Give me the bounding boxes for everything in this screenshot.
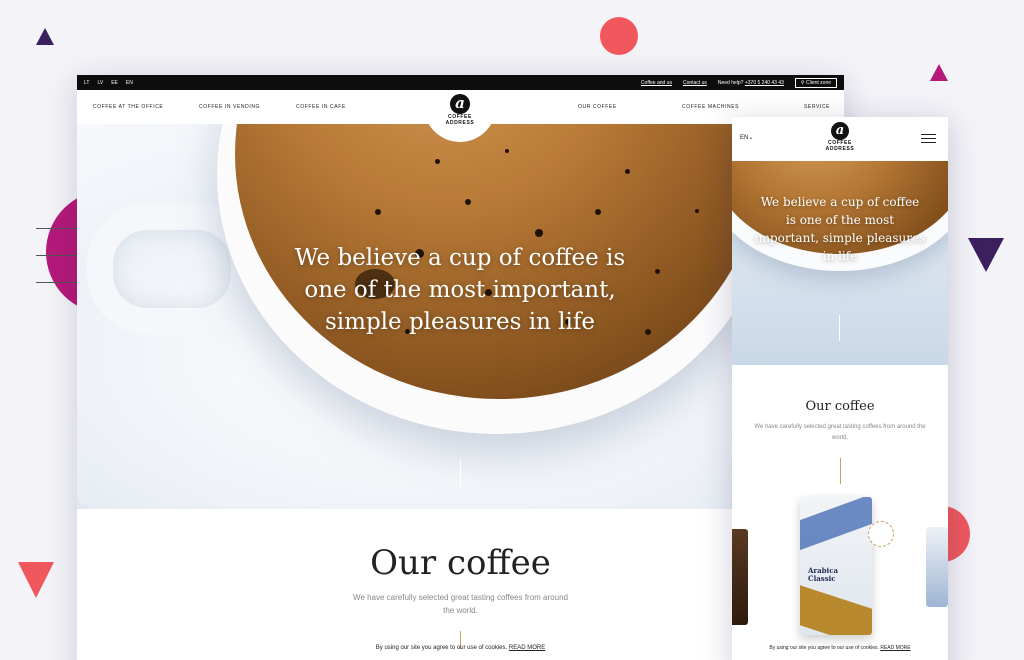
lines-decoration [36, 228, 80, 288]
mobile-mockup: EN⌄ a COFFEE ADDRESS We believe a cup of… [732, 117, 948, 660]
nav-coffee-at-office[interactable]: COFFEE AT THE OFFICE [93, 104, 163, 110]
logo-text-line2: ADDRESS [825, 146, 855, 152]
cookie-text: By using our site you agree to our use o… [375, 645, 508, 651]
language-switcher: LT LV EE EN [84, 80, 133, 86]
mobile-header: EN⌄ a COFFEE ADDRESS [732, 117, 948, 161]
mobile-logo[interactable]: a COFFEE ADDRESS [824, 121, 856, 152]
section-description: We have carefully selected great tasting… [754, 424, 926, 441]
mobile-our-coffee-section: Our coffee We have carefully selected gr… [732, 365, 948, 484]
triangle-decoration [930, 64, 948, 81]
need-help-group: Need help? +370 5 240 43 43 [718, 80, 784, 86]
logo-mark-icon: a [450, 94, 470, 114]
desktop-mockup: LT LV EE EN Coffee and us Contact us Nee… [77, 75, 844, 660]
scroll-indicator[interactable] [839, 315, 840, 341]
circle-decoration [600, 17, 638, 55]
nav-service[interactable]: SERVICE [804, 104, 830, 110]
cookie-notice: By using our site you agree to our use o… [77, 645, 844, 651]
badge-sticker-icon [868, 521, 894, 547]
mobile-hero-headline: We believe a cup of coffee is one of the… [754, 195, 926, 263]
mobile-cookie-notice: By using our site you agree to our use o… [732, 645, 948, 651]
user-icon: ⚲ [800, 79, 805, 86]
top-bar: LT LV EE EN Coffee and us Contact us Nee… [77, 75, 844, 90]
client-zone-button[interactable]: ⚲ Client zone [794, 77, 837, 88]
contact-us-link[interactable]: Contact us [683, 80, 707, 86]
nav-coffee-machines[interactable]: COFFEE MACHINES [682, 104, 739, 110]
phone-link[interactable]: +370 5 240 43 43 [745, 80, 784, 86]
our-coffee-section: Our coffee We have carefully selected gr… [77, 509, 844, 649]
need-help-label: Need help? [717, 79, 744, 86]
bag-label: Arabica Classic [808, 567, 838, 583]
coffee-bag-image[interactable] [926, 527, 948, 607]
coffee-bag-image[interactable]: Arabica Classic [800, 497, 872, 635]
lang-lt[interactable]: LT [84, 80, 89, 86]
cookie-read-more-link[interactable]: READ MORE [880, 645, 910, 651]
mobile-language-select[interactable]: EN⌄ [740, 134, 753, 141]
hamburger-menu-icon[interactable] [921, 134, 936, 146]
cookie-read-more-link[interactable]: READ MORE [509, 645, 545, 651]
bag-label-line2: Classic [808, 574, 836, 583]
logo-text-line2: ADDRESS [445, 120, 475, 126]
triangle-decoration [18, 562, 54, 598]
lang-ee[interactable]: EE [111, 80, 118, 86]
divider [839, 458, 841, 484]
nav-coffee-in-vending[interactable]: COFFEE IN VENDING [199, 104, 260, 110]
coffee-and-us-link[interactable]: Coffee and us [641, 80, 672, 86]
section-title: Our coffee [370, 543, 551, 583]
nav-coffee-in-cafe[interactable]: COFFEE IN CAFE [296, 104, 346, 110]
client-zone-label: Client zone [805, 79, 831, 86]
section-description: We have carefully selected great tasting… [353, 593, 568, 615]
lang-en[interactable]: EN [126, 80, 133, 86]
logo-mark-icon: a [831, 122, 849, 140]
section-title: Our coffee [805, 399, 875, 414]
chevron-down-icon: ⌄ [748, 135, 754, 141]
hero-banner: We believe a cup of coffee is one of the… [77, 124, 844, 509]
nav-our-coffee[interactable]: OUR COFFEE [578, 104, 617, 110]
triangle-decoration [968, 238, 1004, 272]
cookie-text: By using our site you agree to our use o… [769, 645, 879, 651]
hero-headline: We believe a cup of coffee is one of the… [294, 245, 626, 335]
scroll-indicator[interactable] [460, 459, 461, 487]
triangle-decoration [36, 28, 54, 45]
coffee-bag-image[interactable] [732, 529, 748, 625]
mobile-hero: We believe a cup of coffee is one of the… [732, 161, 948, 365]
lang-lv[interactable]: LV [97, 80, 103, 86]
